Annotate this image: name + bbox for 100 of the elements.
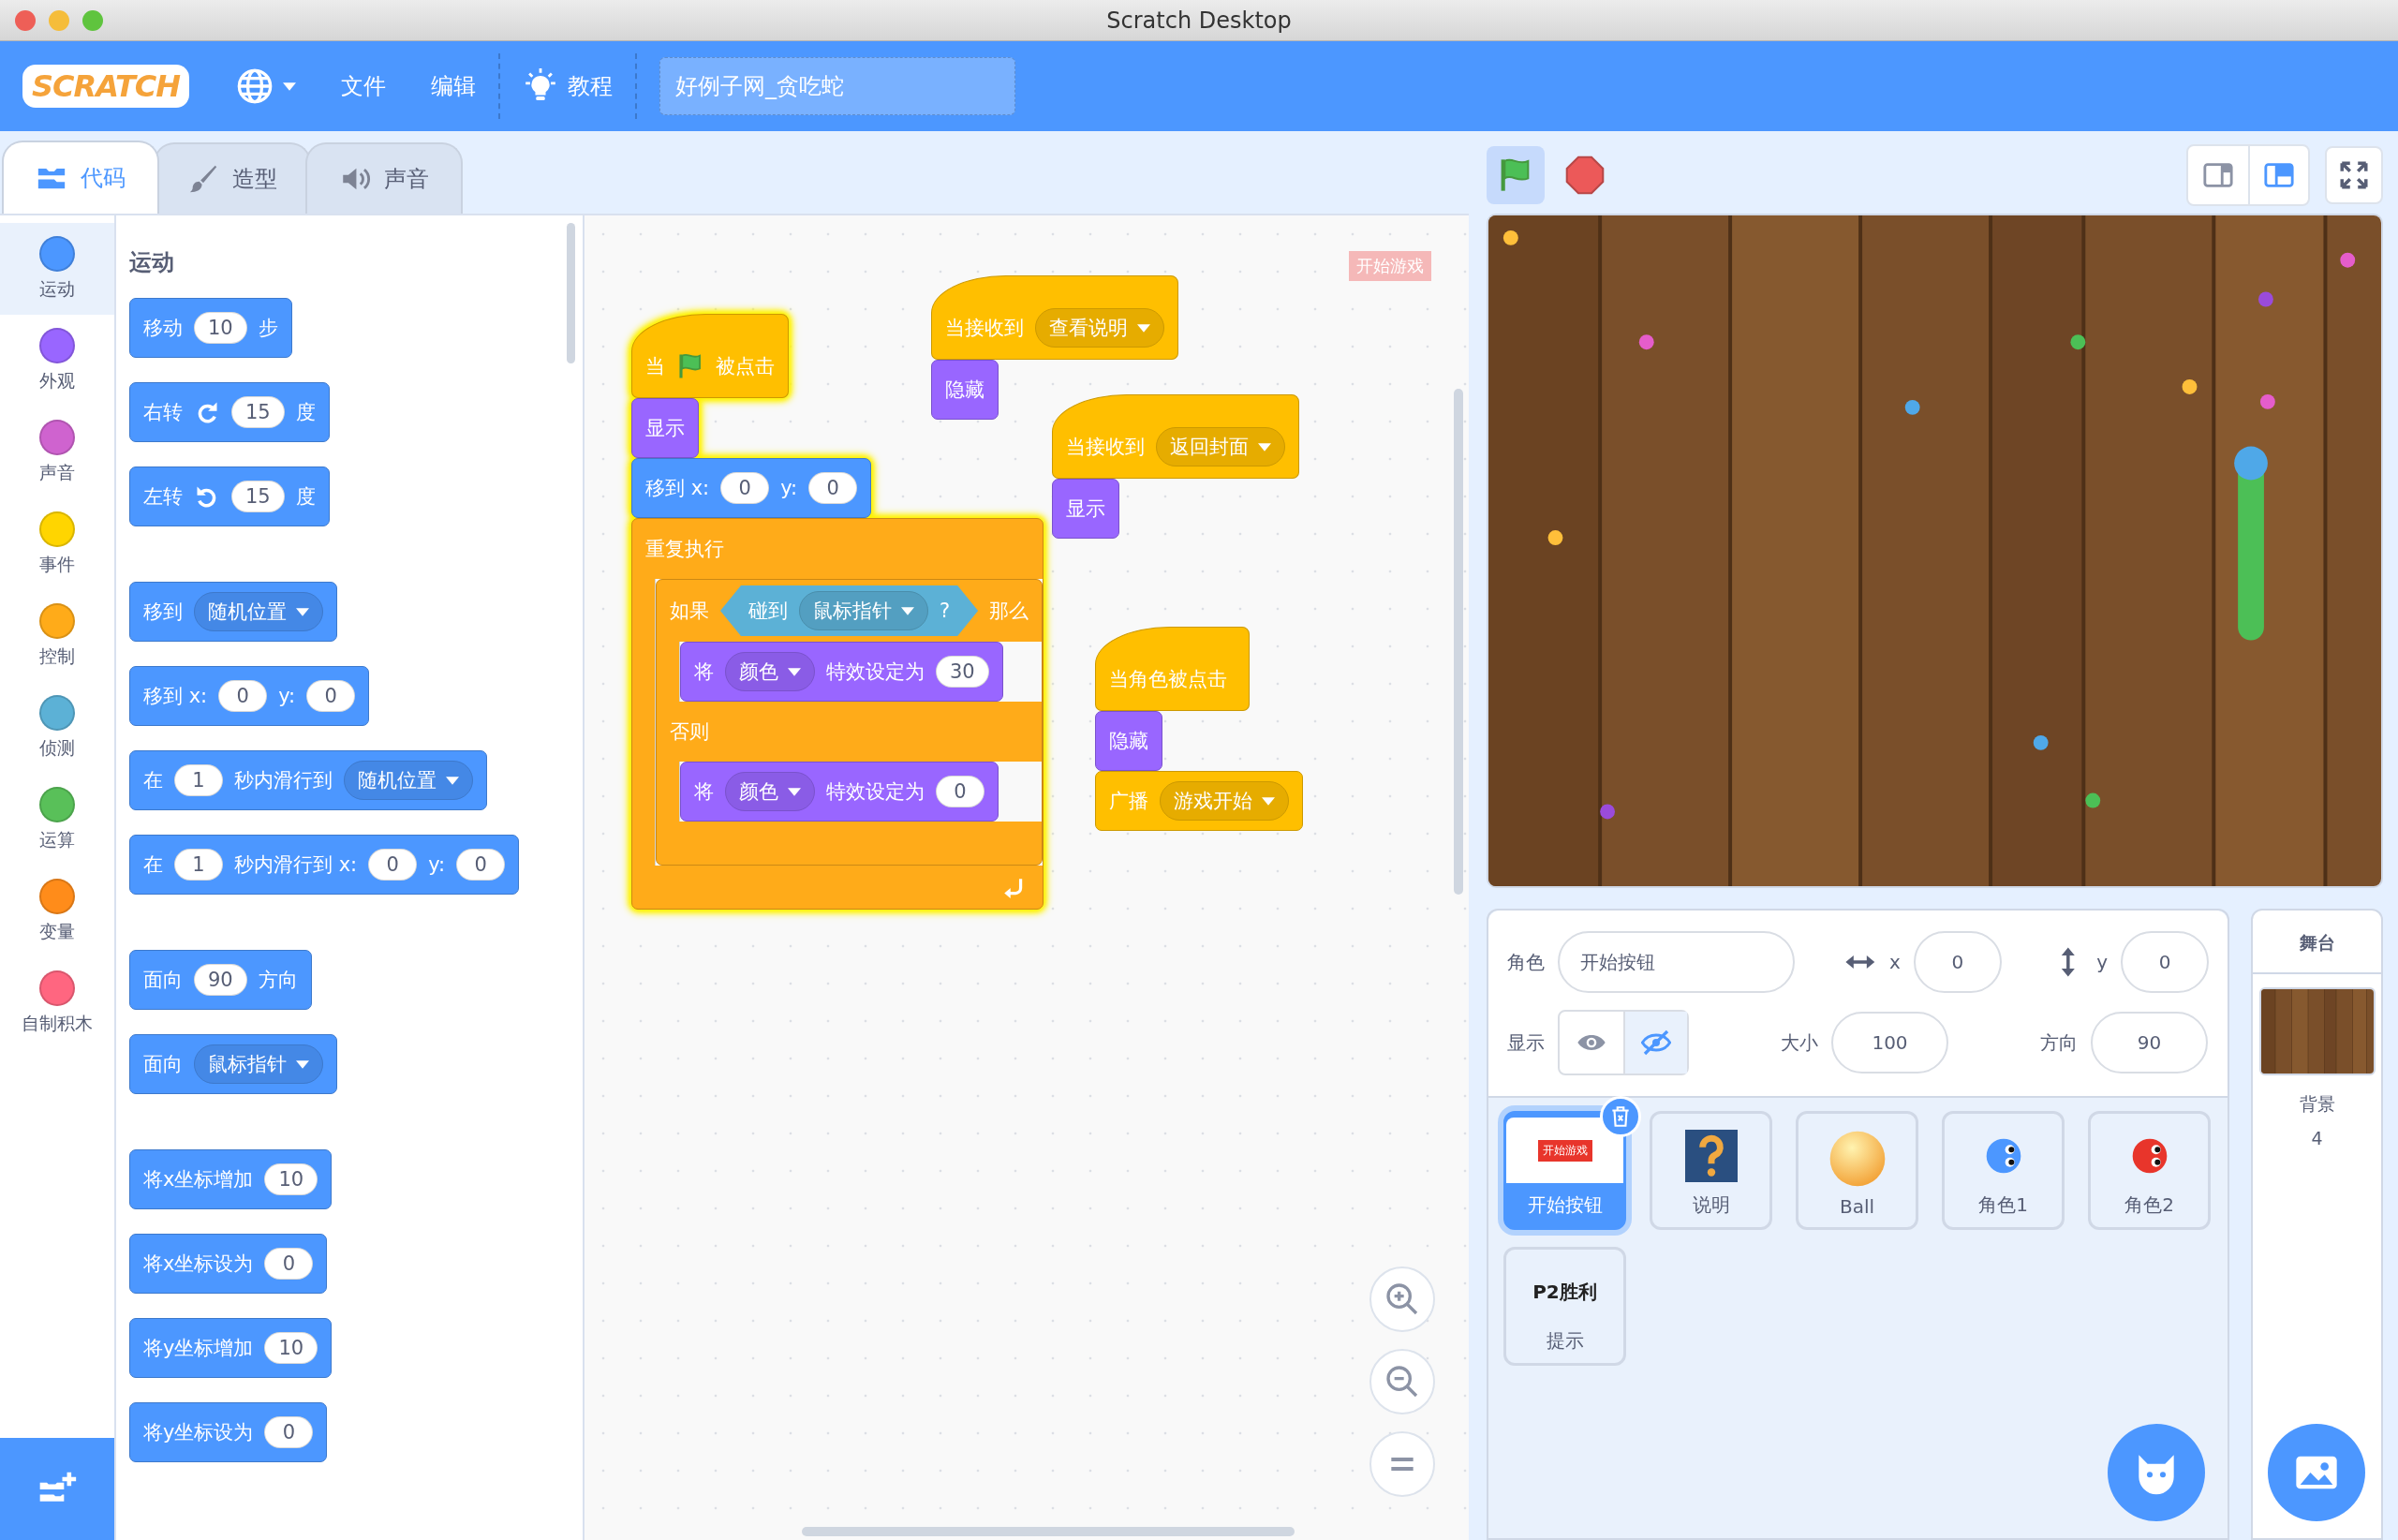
number-input[interactable]: 15 [231, 481, 285, 512]
direction-field[interactable]: 90 [2091, 1012, 2208, 1074]
globe-icon [235, 67, 274, 105]
scrollbar[interactable] [802, 1527, 1295, 1536]
stop-icon [1565, 155, 1605, 195]
sprite-tile[interactable]: 开始游戏 开始按钮 [1503, 1111, 1626, 1230]
block-label: 方向 [258, 968, 298, 993]
sprite-name-field[interactable]: 开始按钮 [1558, 931, 1795, 993]
number-input[interactable]: 0 [808, 472, 858, 504]
block-label: 步 [258, 316, 278, 341]
category-item[interactable]: 控制 [0, 590, 114, 682]
fullscreen-icon [2338, 159, 2370, 191]
number-input[interactable]: 0 [264, 1248, 314, 1280]
character-head-icon [2130, 1137, 2169, 1175]
number-input[interactable]: 0 [456, 849, 506, 881]
sprite-tile[interactable]: 说明 [1650, 1111, 1772, 1230]
category-item[interactable]: 外观 [0, 315, 114, 407]
block-label: 度 [295, 484, 316, 510]
number-input[interactable]: 0 [218, 680, 268, 712]
caret-icon [1137, 323, 1150, 333]
block-label: 右转 [143, 400, 183, 425]
dropdown-menu[interactable]: 颜色 [725, 652, 815, 691]
block-label: 在 [143, 852, 163, 878]
number-input[interactable]: 30 [936, 656, 989, 688]
dropdown-menu[interactable]: 颜色 [725, 772, 815, 811]
block-label: 被点击 [716, 354, 775, 379]
backdrop-count: 4 [2311, 1128, 2323, 1148]
category-item[interactable]: 声音 [0, 407, 114, 498]
sprite-tile[interactable]: P2胜利 提示 [1503, 1247, 1626, 1366]
number-input[interactable]: 10 [264, 1163, 318, 1195]
category-item[interactable]: 变量 [0, 866, 114, 957]
paintbrush-icon [187, 163, 219, 195]
block-label: 隐藏 [945, 378, 984, 403]
block-label: 将y坐标增加 [143, 1336, 254, 1361]
hide-sprite-button[interactable] [1623, 1012, 1687, 1074]
dropdown-menu[interactable]: 随机位置 [344, 761, 473, 800]
number-input[interactable]: 0 [306, 680, 356, 712]
block-label: y: [780, 477, 798, 499]
number-input[interactable]: 1 [174, 849, 223, 881]
sprite-tile[interactable]: 角色1 [1942, 1111, 2065, 1230]
caret-icon [282, 81, 296, 91]
number-input[interactable]: 90 [194, 964, 247, 996]
number-input[interactable]: 10 [264, 1332, 318, 1364]
block-label: 当角色被点击 [1109, 667, 1227, 692]
y-position-field[interactable]: 0 [2121, 931, 2209, 993]
caret-icon [1262, 796, 1275, 806]
dropdown-menu[interactable]: 随机位置 [194, 592, 323, 631]
maximize-button[interactable] [82, 9, 103, 31]
category-item[interactable]: 事件 [0, 498, 114, 590]
caret-icon [788, 667, 801, 676]
field-label: 显示 [1507, 1029, 1545, 1056]
scrollbar[interactable] [1454, 389, 1463, 895]
number-input[interactable]: 0 [936, 776, 984, 807]
sprite-tile[interactable]: 角色2 [2088, 1111, 2211, 1230]
block-label: y: [278, 685, 296, 707]
fullscreen-button[interactable] [2325, 146, 2383, 204]
block-label: 面向 [143, 1052, 183, 1077]
block-label: 将 [694, 779, 714, 805]
caret-icon [1258, 442, 1271, 452]
category-heading: 运动 [129, 248, 174, 277]
size-field[interactable]: 100 [1831, 1012, 1948, 1074]
category-item[interactable]: 运算 [0, 774, 114, 866]
block-label: 移到 [143, 600, 183, 625]
number-input[interactable]: 0 [264, 1416, 314, 1448]
flag-button[interactable] [1487, 146, 1545, 204]
category-item[interactable]: 运动 [0, 223, 114, 315]
scrollbar[interactable] [567, 223, 575, 363]
block-label: 将x坐标设为 [143, 1251, 254, 1277]
number-input[interactable]: 10 [194, 312, 247, 344]
field-label: x [1888, 951, 1901, 973]
block-label: 秒内滑行到 [234, 768, 333, 793]
number-input[interactable]: 0 [720, 472, 770, 504]
number-input[interactable]: 15 [231, 396, 285, 428]
x-position-field[interactable]: 0 [1913, 931, 2002, 993]
block-label: 特效设定为 [826, 779, 925, 805]
number-input[interactable]: 0 [368, 849, 418, 881]
block-label: 移动 [143, 316, 183, 341]
caret-icon [296, 1059, 309, 1069]
eye-slash-icon [1641, 1028, 1671, 1058]
category-item[interactable]: 侦测 [0, 682, 114, 774]
block-label: 特效设定为 [826, 659, 925, 685]
close-button[interactable] [15, 9, 36, 31]
block-label: ? [940, 600, 951, 622]
block-label: 如果 [670, 599, 709, 624]
caret-icon [446, 776, 459, 785]
number-input[interactable]: 1 [174, 764, 223, 796]
block-label: 广播 [1109, 789, 1148, 814]
window-title: Scratch Desktop [1106, 7, 1292, 34]
sprite-tile[interactable]: Ball [1796, 1111, 1918, 1230]
category-item[interactable]: 自制积木 [0, 957, 114, 1049]
editor-tab[interactable]: 声音 [305, 142, 463, 214]
block-label: 显示 [645, 416, 685, 441]
field-label: y [2096, 951, 2108, 973]
block-label: 显示 [1066, 496, 1105, 522]
character-head-icon [1984, 1137, 2022, 1175]
add-extension-button[interactable] [0, 1438, 114, 1540]
block-label: 那么 [989, 599, 1029, 624]
dropdown-menu[interactable]: 鼠标指针 [194, 1044, 323, 1084]
block-label: 在 [143, 768, 163, 793]
block-label: 重复执行 [645, 537, 724, 562]
